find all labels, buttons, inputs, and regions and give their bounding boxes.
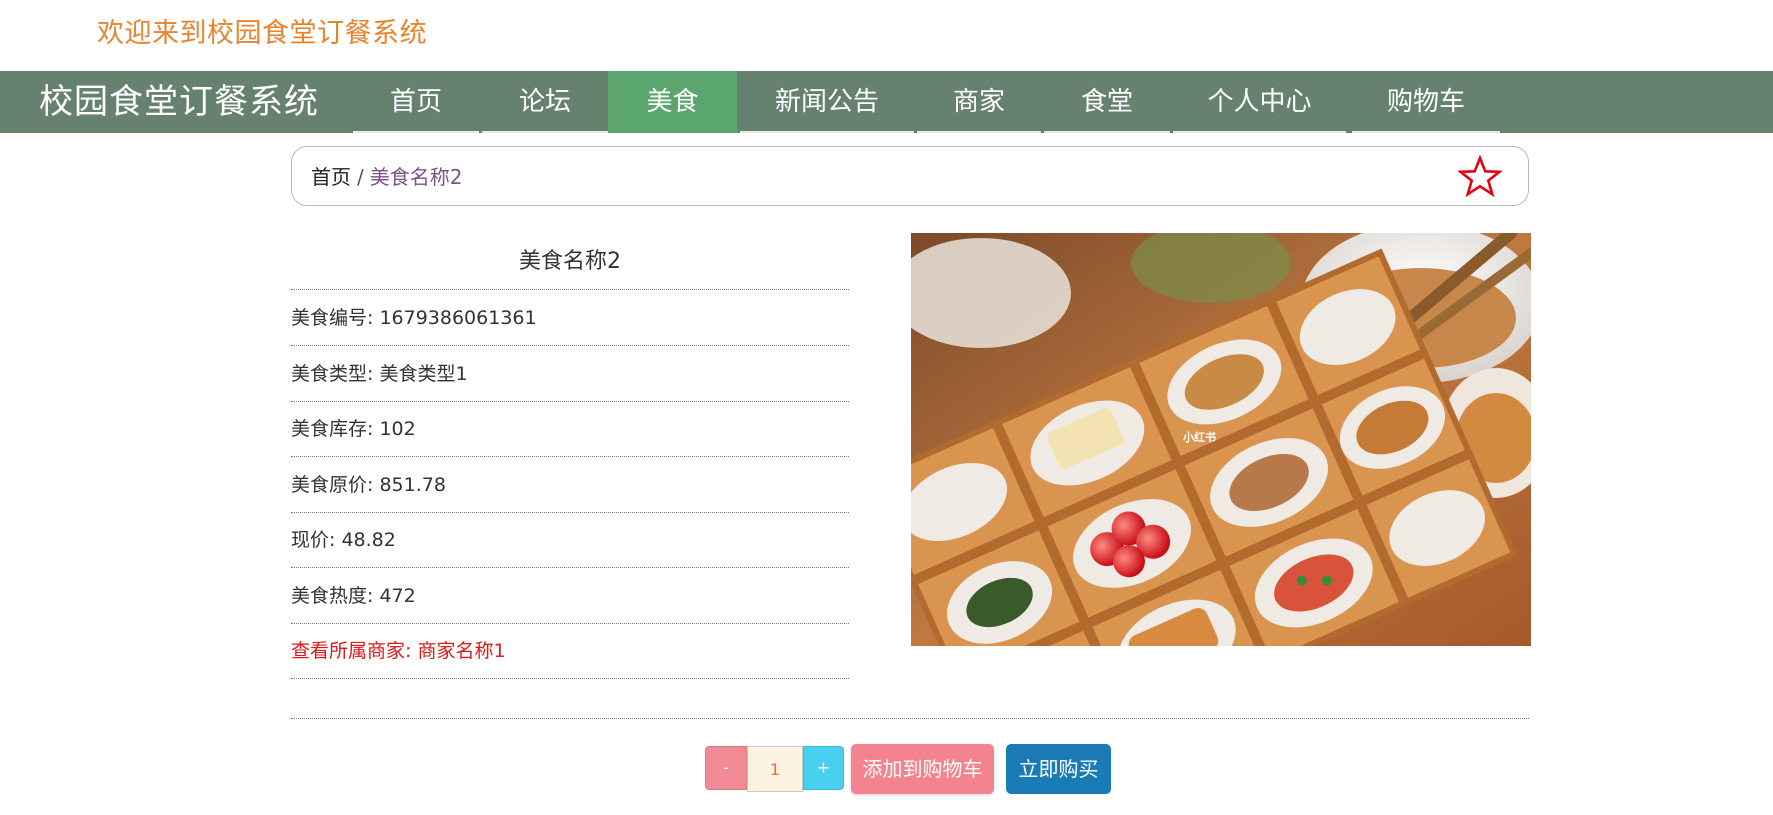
nav-item-canteen[interactable]: 食堂 — [1044, 71, 1170, 133]
quantity-input[interactable] — [747, 746, 803, 792]
section-divider — [291, 718, 1529, 719]
photo-watermark: 小红书 — [1182, 430, 1216, 444]
add-to-cart-button[interactable]: 添加到购物车 — [851, 744, 994, 794]
field-original-price: 美食原价: 851.78 — [291, 458, 849, 513]
buy-now-button[interactable]: 立即购买 — [1006, 744, 1111, 794]
quantity-increase-button[interactable]: + — [803, 746, 844, 790]
brand-title: 校园食堂订餐系统 — [39, 82, 319, 122]
breadcrumb-separator: / — [357, 165, 364, 189]
nav-item-news[interactable]: 新闻公告 — [740, 71, 914, 133]
welcome-text: 欢迎来到校园食堂订餐系统 — [97, 18, 427, 49]
merchant-link[interactable]: 查看所属商家: 商家名称1 — [291, 624, 849, 679]
nav-item-merchants[interactable]: 商家 — [917, 71, 1041, 133]
star-outline-icon[interactable] — [1458, 155, 1502, 199]
nav-item-food[interactable]: 美食 — [608, 71, 737, 133]
field-food-stock: 美食库存: 102 — [291, 402, 849, 457]
nav-item-profile[interactable]: 个人中心 — [1173, 71, 1346, 133]
breadcrumb: 首页 / 美食名称2 — [291, 146, 1529, 206]
breadcrumb-current: 美食名称2 — [369, 165, 463, 189]
quantity-decrease-button[interactable]: - — [705, 746, 747, 790]
field-food-id: 美食编号: 1679386061361 — [291, 291, 849, 346]
food-photo: 小红书 — [911, 233, 1531, 646]
breadcrumb-trail: 首页 / 美食名称2 — [311, 147, 462, 207]
breadcrumb-home-link[interactable]: 首页 — [311, 165, 351, 189]
nav-item-home[interactable]: 首页 — [353, 71, 479, 133]
nav-item-forum[interactable]: 论坛 — [482, 71, 608, 133]
product-title: 美食名称2 — [291, 240, 849, 290]
field-popularity: 美食热度: 472 — [291, 569, 849, 624]
main-navbar: 校园食堂订餐系统 首页 论坛 美食 新闻公告 商家 食堂 个人中心 购物车 — [0, 71, 1773, 133]
field-food-type: 美食类型: 美食类型1 — [291, 347, 849, 402]
field-current-price: 现价: 48.82 — [291, 513, 849, 568]
nav-item-cart[interactable]: 购物车 — [1352, 71, 1500, 133]
food-photo-illustration: 小红书 — [911, 233, 1531, 646]
